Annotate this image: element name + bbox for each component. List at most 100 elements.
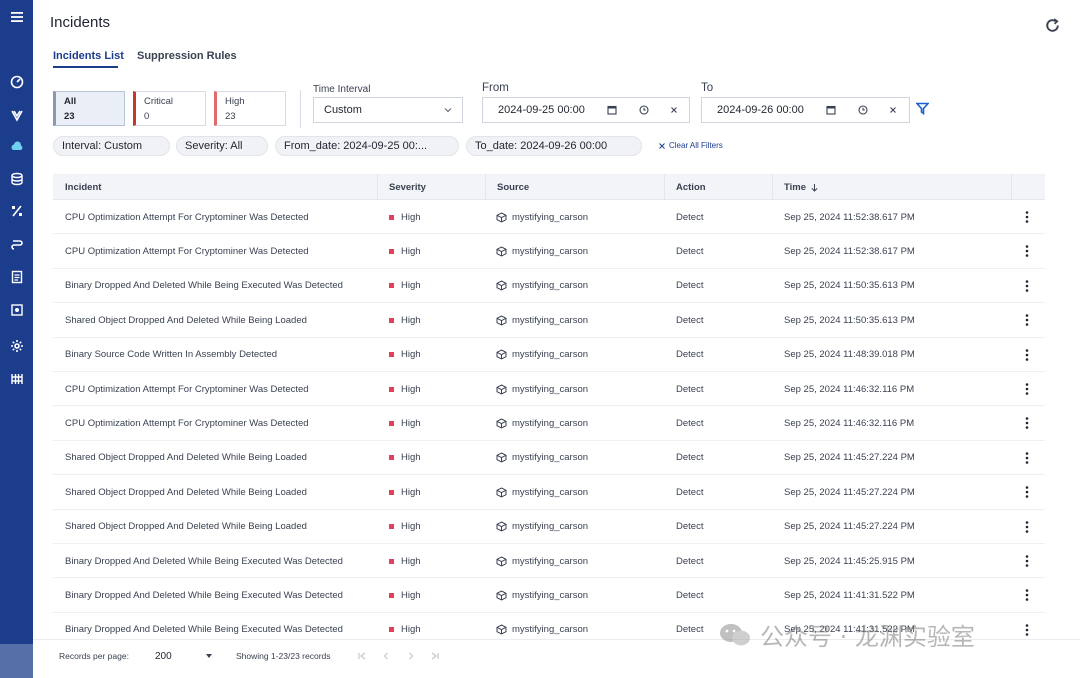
clock-icon[interactable] <box>857 104 869 116</box>
column-header-time-label: Time <box>784 181 807 193</box>
from-date-input[interactable]: 2024-09-25 00:00 <box>482 97 690 123</box>
severity-label: High <box>401 486 421 498</box>
row-actions-menu[interactable] <box>1025 372 1029 406</box>
table-row[interactable]: CPU Optimization Attempt For Cryptominer… <box>53 234 1045 269</box>
table-row[interactable]: Binary Dropped And Deleted While Being E… <box>53 544 1045 579</box>
filter-chip-to-date[interactable]: To_date: 2024-09-26 00:00 <box>466 136 642 156</box>
source-name[interactable]: mystifying_carson <box>512 246 588 257</box>
percent-icon[interactable] <box>0 200 33 222</box>
source-cell: mystifying_carson <box>496 372 588 406</box>
row-actions-menu[interactable] <box>1025 303 1029 337</box>
severity-cell: High <box>389 372 421 406</box>
source-name[interactable]: mystifying_carson <box>512 590 588 601</box>
page-title: Incidents <box>50 14 111 31</box>
row-actions-menu[interactable] <box>1025 200 1029 234</box>
link-icon[interactable] <box>0 232 33 254</box>
refresh-icon[interactable] <box>1044 17 1061 34</box>
source-name[interactable]: mystifying_carson <box>512 487 588 498</box>
table-row[interactable]: Shared Object Dropped And Deleted While … <box>53 303 1045 338</box>
table-row[interactable]: CPU Optimization Attempt For Cryptominer… <box>53 200 1045 235</box>
column-header-incident[interactable]: Incident <box>53 174 377 200</box>
row-actions-menu[interactable] <box>1025 544 1029 578</box>
source-name[interactable]: mystifying_carson <box>512 452 588 463</box>
column-header-time[interactable]: Time <box>772 174 1011 200</box>
table-row[interactable]: Shared Object Dropped And Deleted While … <box>53 510 1045 544</box>
action-cell: Detect <box>676 211 704 223</box>
source-name[interactable]: mystifying_carson <box>512 212 588 223</box>
column-header-action[interactable]: Action <box>664 174 772 200</box>
database-icon[interactable] <box>0 168 33 190</box>
column-header-source[interactable]: Source <box>485 174 664 200</box>
clear-icon[interactable] <box>887 104 899 116</box>
table-row[interactable]: CPU Optimization Attempt For Cryptominer… <box>53 372 1045 407</box>
table-row[interactable]: Shared Object Dropped And Deleted While … <box>53 475 1045 510</box>
next-page-icon[interactable] <box>405 650 417 662</box>
table-row[interactable]: Shared Object Dropped And Deleted While … <box>53 441 1045 476</box>
source-name[interactable]: mystifying_carson <box>512 624 588 635</box>
source-name[interactable]: mystifying_carson <box>512 280 588 291</box>
dashboard-gauge-icon[interactable] <box>0 71 33 93</box>
to-date-input[interactable]: 2024-09-26 00:00 <box>701 97 910 123</box>
gear-icon[interactable] <box>0 335 33 357</box>
calendar-icon[interactable] <box>606 104 618 116</box>
time-cell: Sep 25, 2024 11:45:27.224 PM <box>784 521 915 533</box>
clear-icon[interactable] <box>668 104 680 116</box>
previous-page-icon[interactable] <box>380 650 392 662</box>
table-row[interactable]: Binary Dropped And Deleted While Being E… <box>53 578 1045 613</box>
shield-icon[interactable] <box>0 104 33 126</box>
more-vertical-icon <box>1025 451 1029 464</box>
row-actions-menu[interactable] <box>1025 406 1029 440</box>
close-icon <box>659 142 665 149</box>
incident-name: CPU Optimization Attempt For Cryptominer… <box>65 417 309 429</box>
table-row[interactable]: Binary Source Code Written In Assembly D… <box>53 338 1045 372</box>
container-icon <box>496 555 507 567</box>
source-cell: mystifying_carson <box>496 475 588 509</box>
cloud-icon[interactable] <box>0 136 33 158</box>
row-actions-menu[interactable] <box>1025 510 1029 544</box>
source-name[interactable]: mystifying_carson <box>512 384 588 395</box>
more-vertical-icon <box>1025 623 1029 636</box>
severity-card-all[interactable]: All 23 <box>53 91 125 126</box>
incident-name: CPU Optimization Attempt For Cryptominer… <box>65 383 309 395</box>
time-interval-select[interactable]: Custom <box>313 97 463 123</box>
calendar-icon[interactable] <box>825 104 837 116</box>
tab-suppression-rules[interactable]: Suppression Rules <box>137 50 237 62</box>
severity-card-high[interactable]: High 23 <box>214 91 286 126</box>
source-name[interactable]: mystifying_carson <box>512 315 588 326</box>
source-name[interactable]: mystifying_carson <box>512 521 588 532</box>
row-actions-menu[interactable] <box>1025 269 1029 303</box>
severity-card-critical[interactable]: Critical 0 <box>133 91 206 126</box>
filter-chip-from-date[interactable]: From_date: 2024-09-25 00:... <box>275 136 459 156</box>
grid-icon[interactable] <box>0 368 33 390</box>
filter-chip-interval[interactable]: Interval: Custom <box>53 136 170 156</box>
clock-icon[interactable] <box>638 104 650 116</box>
records-per-page-select[interactable]: 200 <box>155 648 213 664</box>
report-icon[interactable] <box>0 266 33 288</box>
records-summary: Showing 1-23/23 records <box>236 651 331 661</box>
container-icon <box>496 624 507 635</box>
row-actions-menu[interactable] <box>1025 475 1029 509</box>
severity-cell: High <box>389 510 421 544</box>
row-actions-menu[interactable] <box>1025 234 1029 268</box>
filter-icon[interactable] <box>916 102 929 115</box>
source-name[interactable]: mystifying_carson <box>512 349 588 360</box>
severity-label: High <box>401 521 421 533</box>
row-actions-menu[interactable] <box>1025 578 1029 612</box>
camera-icon[interactable] <box>0 299 33 321</box>
watermark: 公众号 · 龙渊实验室 <box>718 617 975 652</box>
row-actions-menu[interactable] <box>1025 441 1029 475</box>
tab-incidents-list[interactable]: Incidents List <box>53 50 124 62</box>
last-page-icon[interactable] <box>429 650 441 662</box>
severity-card-label: Critical <box>144 96 174 107</box>
source-name[interactable]: mystifying_carson <box>512 418 588 429</box>
table-row[interactable]: CPU Optimization Attempt For Cryptominer… <box>53 406 1045 441</box>
column-header-severity[interactable]: Severity <box>377 174 485 200</box>
first-page-icon[interactable] <box>356 650 368 662</box>
clear-all-filters-button[interactable]: Clear All Filters <box>658 141 723 150</box>
table-row[interactable]: Binary Dropped And Deleted While Being E… <box>53 269 1045 304</box>
sidebar-collapse-area[interactable] <box>0 644 33 678</box>
row-actions-menu[interactable] <box>1025 338 1029 372</box>
source-name[interactable]: mystifying_carson <box>512 556 588 567</box>
filter-chip-severity[interactable]: Severity: All <box>176 136 268 156</box>
menu-icon[interactable] <box>0 6 33 28</box>
